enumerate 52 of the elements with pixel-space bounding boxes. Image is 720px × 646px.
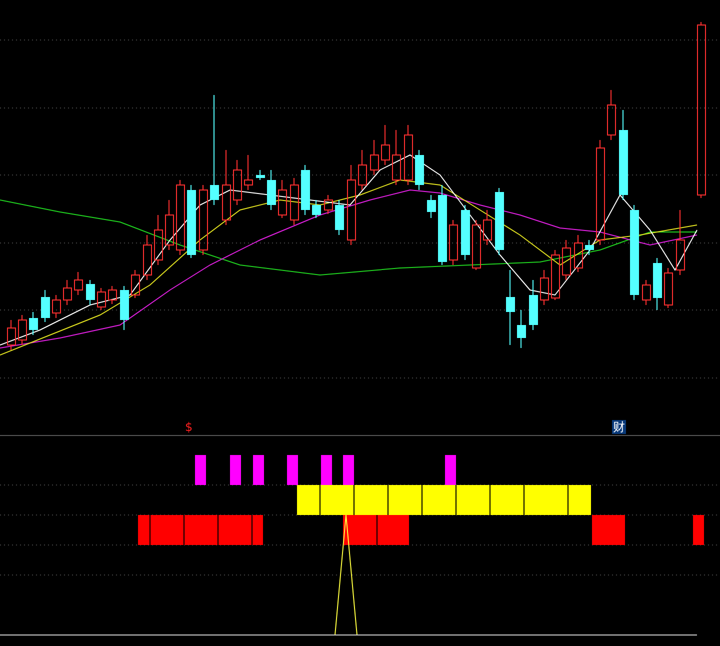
candlestick [324,194,333,214]
candlestick [18,314,27,346]
finance-signal-marker: 财 [612,420,626,434]
candlestick [312,200,321,218]
candlestick [63,280,72,306]
candlestick [108,286,117,304]
candlestick [358,150,367,190]
candlestick [301,164,310,216]
candlestick [154,214,163,266]
candlestick [676,210,685,276]
candlestick [244,154,253,190]
candlestick [529,280,538,330]
candlestick [120,286,129,330]
candlestick [585,240,594,256]
candlestick [562,240,571,280]
candlestick [97,288,106,310]
candlestick [517,310,526,348]
candlestick [86,280,95,306]
candlestick [370,140,379,176]
candlestick [131,270,140,298]
candlestick [267,170,276,210]
candlestick [415,150,424,190]
dollar-signal-marker: $ [184,420,194,434]
candlestick [392,130,401,186]
candlestick [199,184,208,256]
candlestick [143,234,152,280]
candlestick [290,178,299,226]
candlestick [165,200,174,250]
candlestick [472,220,481,270]
candlestick [642,280,651,306]
candlestick [449,220,458,266]
candlestick [256,170,265,180]
candlestick [7,320,16,350]
candlestick [551,250,560,300]
candlestick [664,268,673,308]
candlestick [495,188,504,256]
candlestick [461,204,470,260]
candlestick [52,294,61,318]
candlestick [278,180,287,218]
candlestick [653,258,662,310]
candlestick [29,312,38,336]
candlestick [607,90,616,140]
candlestick [381,124,390,166]
candlestick [574,234,583,272]
candlestick [483,210,492,246]
candlestick [41,290,50,322]
candlestick [233,160,242,206]
candlestick [335,200,344,236]
candlestick [404,124,413,186]
candlestick [427,194,436,218]
candlestick [74,272,83,296]
candlestick [540,270,549,306]
